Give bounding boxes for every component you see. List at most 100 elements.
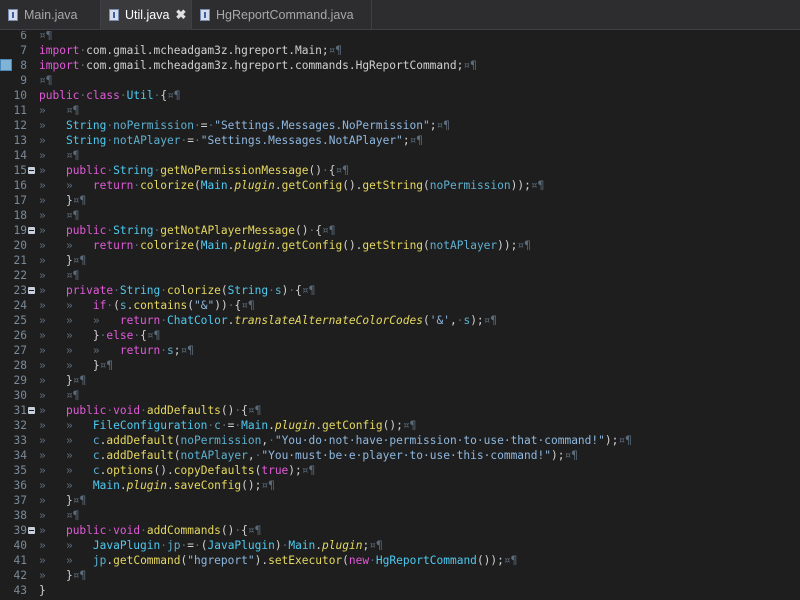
code-line[interactable]: 31» public·void·addDefaults()·{¤¶ [0, 403, 800, 418]
code-token: » [39, 224, 66, 237]
code-line[interactable]: 38 » ¤¶ [0, 508, 800, 523]
code-token: ( [173, 449, 181, 462]
tab-util-java[interactable]: Util.java ✖ [101, 0, 192, 30]
code-token: = [187, 134, 194, 147]
code-line[interactable]: 40» » JavaPlugin·jp·=·(JavaPlugin)·Main.… [0, 538, 800, 553]
code-line[interactable]: 26 » » }·else·{¤¶ [0, 328, 800, 343]
code-line[interactable]: 37 » }¤¶ [0, 493, 800, 508]
code-token: plugin [274, 419, 316, 432]
line-number: 28 [13, 359, 27, 372]
editor-tab-bar: Main.java Util.java ✖ HgReportCommand.ja… [0, 0, 800, 30]
code-line[interactable]: 43} [0, 583, 800, 598]
code-token: HgReportCommand [375, 554, 477, 567]
code-token: getConfig [281, 239, 343, 252]
java-file-icon [8, 8, 18, 21]
code-token: . [167, 479, 174, 492]
code-token: » ¤¶ [39, 104, 80, 117]
fold-collapse-icon[interactable] [28, 227, 35, 234]
code-line[interactable]: 28 » » }¤¶ [0, 358, 800, 373]
code-text: » » jp.getCommand("hgreport").setExecuto… [39, 553, 517, 568]
code-text: » public·String·getNotAPlayerMessage()·{… [39, 223, 335, 238]
code-line[interactable]: 10 public·class·Util·{¤¶ [0, 88, 800, 103]
code-token: () [220, 404, 235, 417]
code-line[interactable]: 8 import·com.gmail.mcheadgam3z.hgreport.c… [0, 58, 800, 73]
code-line[interactable]: 7 import·com.gmail.mcheadgam3z.hgreport.M… [0, 43, 800, 58]
code-line[interactable]: 25 » » » return·ChatColor.translateAltern… [0, 313, 800, 328]
code-token: Main [241, 419, 269, 432]
code-line[interactable]: 23» private·String·colorize(String·s)·{¤… [0, 283, 800, 298]
line-number: 41 [13, 554, 27, 567]
code-line[interactable]: 34 » » c.addDefault(notAPlayer,·"You·must… [0, 448, 800, 463]
code-line[interactable]: 20 » » return·colorize(Main.plugin.getCon… [0, 238, 800, 253]
code-token: , [449, 314, 457, 327]
code-line[interactable]: 19 » public·String·getNotAPlayerMessage()… [0, 223, 800, 238]
fold-collapse-icon[interactable] [28, 407, 35, 414]
code-line[interactable]: 35» » c.options().copyDefaults(true);¤¶ [0, 463, 800, 478]
line-number: 6 [20, 31, 27, 42]
code-token: s [274, 284, 282, 297]
fold-collapse-icon[interactable] [28, 287, 35, 294]
code-token: ¤¶ [39, 74, 53, 87]
code-line[interactable]: 24 » » if·(s.contains("&"))·{¤¶ [0, 298, 800, 313]
code-line[interactable]: 22 » ¤¶ [0, 268, 800, 283]
code-token: } [92, 359, 100, 372]
code-token: plugin [126, 479, 168, 492]
code-line[interactable]: 32» » FileConfiguration·c·=·Main.plugin.… [0, 418, 800, 433]
code-token: Main [200, 179, 228, 192]
code-line[interactable]: 6 ¤¶ [0, 31, 800, 43]
code-line[interactable]: 30 » ¤¶ [0, 388, 800, 403]
tab-label: HgReportCommand.java [216, 7, 354, 22]
code-token: void [113, 524, 141, 537]
code-token: jp [167, 539, 181, 552]
code-line[interactable]: 41 » » jp.getCommand("hgreport").setExecu… [0, 553, 800, 568]
fold-collapse-icon[interactable] [28, 167, 35, 174]
code-token: public [39, 89, 80, 102]
code-line[interactable]: 15» public·String·getNoPermissionMessage… [0, 163, 800, 178]
code-line[interactable]: 13» String·notAPlayer·=·"Settings.Messag… [0, 133, 800, 148]
code-line[interactable]: 11 » ¤¶ [0, 103, 800, 118]
tab-main-java[interactable]: Main.java [0, 0, 101, 29]
code-line[interactable]: 36» » Main.plugin.saveConfig();¤¶ [0, 478, 800, 493]
code-token: · [193, 134, 201, 147]
code-line[interactable]: 39» public·void·addCommands()·{¤¶ [0, 523, 800, 538]
code-token: ¤¶ [241, 299, 255, 312]
line-number: 35 [13, 464, 27, 477]
code-text: » » }¤¶ [39, 358, 113, 373]
code-line[interactable]: 21 » }¤¶ [0, 253, 800, 268]
code-token: } [65, 374, 73, 387]
code-text: » }¤¶ [39, 193, 86, 208]
code-text: » String·notAPlayer·=·"Settings.Messages… [39, 133, 423, 148]
close-icon[interactable]: ✖ [175, 7, 186, 23]
code-token: String [113, 224, 154, 237]
fold-collapse-icon[interactable] [28, 527, 35, 534]
code-editor[interactable]: 6 ¤¶ 7 import·com.gmail.mcheadgam3z.hgrepor… [0, 31, 800, 600]
code-line[interactable]: 12» String·noPermission·=·"Settings.Mess… [0, 118, 800, 133]
tab-hgreportcommand-java[interactable]: HgReportCommand.java [192, 0, 372, 29]
code-line[interactable]: 27 » » » return·s;¤¶ [0, 343, 800, 358]
code-line[interactable]: 14 » ¤¶ [0, 148, 800, 163]
line-number: 17 [13, 194, 27, 207]
code-token: { [241, 404, 248, 417]
code-token: · [369, 554, 376, 567]
code-token: c [92, 434, 100, 447]
code-line[interactable]: 16 » » return·colorize(Main.plugin.getCon… [0, 178, 800, 193]
code-line[interactable]: 33 » » c.addDefault(noPermission,·"You·do… [0, 433, 800, 448]
code-line[interactable]: 17 » }¤¶ [0, 193, 800, 208]
code-text: » ¤¶ [39, 148, 79, 163]
code-token: private [65, 284, 114, 297]
code-token: String [119, 284, 161, 297]
code-line[interactable]: 42 » }¤¶ [0, 568, 800, 583]
code-text: ¤¶ [39, 31, 52, 43]
line-number: 7 [20, 44, 27, 57]
code-line[interactable]: 9 ¤¶ [0, 73, 800, 88]
code-token: addDefaults [146, 404, 221, 417]
code-token: ); [604, 434, 619, 447]
code-token: getCommand [113, 554, 181, 567]
line-number: 23 [13, 284, 27, 297]
code-line[interactable]: 29 » }¤¶ [0, 373, 800, 388]
code-token: public [65, 524, 107, 537]
code-line[interactable]: 18 » ¤¶ [0, 208, 800, 223]
code-token: · [193, 539, 201, 552]
code-token: JavaPlugin [207, 539, 275, 552]
line-number: 10 [13, 89, 27, 102]
